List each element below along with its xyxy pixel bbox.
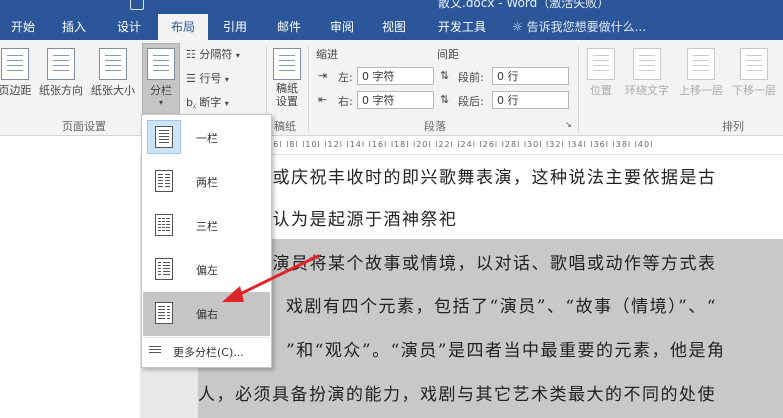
annotation-arrow-icon (222, 254, 320, 302)
